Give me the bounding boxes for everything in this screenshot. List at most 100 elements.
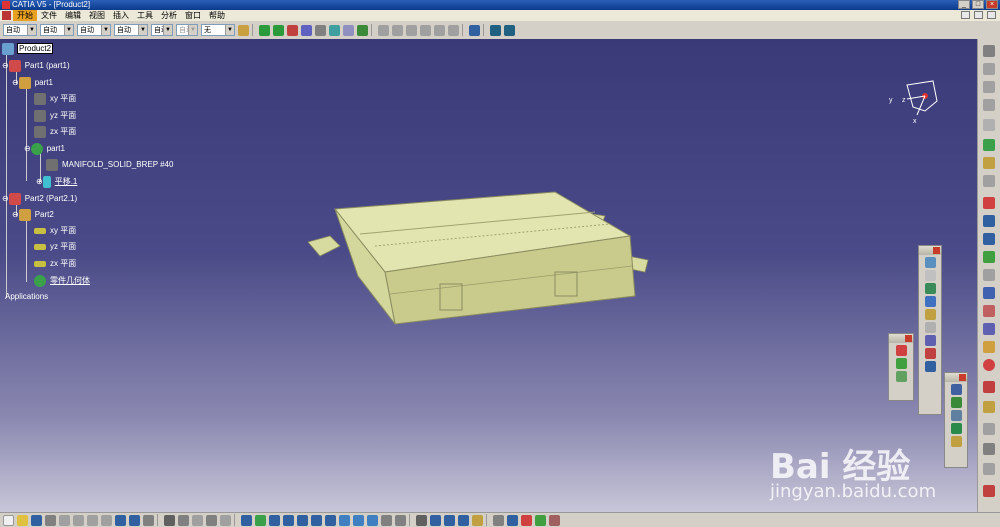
tree-node-part2-body[interactable]: 零件几何体 <box>34 275 91 287</box>
explode-icon[interactable] <box>301 24 312 36</box>
normal-view-icon[interactable] <box>325 514 336 526</box>
tree-node-part2-instance[interactable]: ⊖ Part2 (Part2.1) <box>2 193 78 205</box>
floating-toolbar-header[interactable] <box>889 334 913 343</box>
snap-icon[interactable] <box>287 24 298 36</box>
explode-move-icon[interactable] <box>950 423 962 434</box>
tree-node-plane1[interactable]: ⊕ 平移.1 <box>36 176 78 188</box>
part-design-icon[interactable] <box>983 99 995 111</box>
save-icon[interactable] <box>31 514 42 526</box>
tree-node-part1-yz-plane[interactable]: yz 平面 <box>34 110 77 122</box>
contact-constraint-icon[interactable] <box>343 24 354 36</box>
comment-icon[interactable] <box>178 514 189 526</box>
tree-node-manifold-brep[interactable]: MANIFOLD_SOLID_BREP #40 <box>46 159 174 171</box>
menu-view[interactable]: 视图 <box>85 10 109 21</box>
tree-node-applications[interactable]: Applications <box>4 292 49 302</box>
fix-together-icon[interactable] <box>895 358 907 369</box>
transform-icon[interactable] <box>983 175 995 187</box>
menu-start[interactable]: 开始 <box>13 10 37 21</box>
point-type-combo[interactable]: 自动 ▼ <box>151 24 173 36</box>
scenes-icon[interactable] <box>472 514 483 526</box>
pan-icon[interactable] <box>269 514 280 526</box>
help-icon[interactable] <box>143 514 154 526</box>
print-icon[interactable] <box>45 514 56 526</box>
tree-root-product2[interactable]: Product2 <box>2 43 54 55</box>
layer-combo[interactable]: 无 ▼ <box>201 24 235 36</box>
grid-icon[interactable] <box>549 514 560 526</box>
fix-icon[interactable] <box>895 345 907 356</box>
new-component-icon[interactable] <box>392 24 403 36</box>
floating-toolbar-header[interactable] <box>919 246 941 255</box>
measure-icon[interactable] <box>924 270 936 281</box>
quick-print-icon[interactable] <box>59 514 70 526</box>
zoom-out-icon[interactable] <box>311 514 322 526</box>
link-icon[interactable] <box>493 514 504 526</box>
catalog-browser-icon[interactable] <box>924 361 936 372</box>
measure-item-bottom-icon[interactable] <box>220 514 231 526</box>
clash-icon[interactable] <box>315 24 326 36</box>
menu-file[interactable]: 文件 <box>37 10 61 21</box>
iso-view-icon[interactable] <box>353 514 364 526</box>
existing-component-icon[interactable] <box>378 24 389 36</box>
tree-node-part1-instance[interactable]: ⊖ Part1 (part1) <box>2 60 71 72</box>
tree-node-part2[interactable]: ⊖ Part2 <box>12 209 55 221</box>
painter-icon[interactable] <box>238 24 249 36</box>
new-file-icon[interactable] <box>3 514 14 526</box>
rotate-icon[interactable] <box>283 514 294 526</box>
swap-icon[interactable] <box>983 463 995 475</box>
stop-icon[interactable] <box>983 359 995 371</box>
sketch-based-icon[interactable] <box>983 139 995 151</box>
shape-icon[interactable] <box>983 119 995 131</box>
measure-item-icon[interactable] <box>983 233 995 245</box>
zoom-in-icon[interactable] <box>297 514 308 526</box>
menu-tools[interactable]: 工具 <box>133 10 157 21</box>
catalog-bottom-icon[interactable] <box>416 514 427 526</box>
move-icon[interactable] <box>259 24 270 36</box>
generate-icon[interactable] <box>444 514 455 526</box>
close-icon[interactable] <box>959 374 966 381</box>
scene-icon[interactable] <box>924 348 936 359</box>
inertia-icon[interactable] <box>924 283 936 294</box>
quick-constraint-icon[interactable] <box>895 371 907 382</box>
section-icon[interactable] <box>924 296 936 307</box>
redo-icon[interactable] <box>129 514 140 526</box>
line-type-combo[interactable]: 自动 ▼ <box>114 24 148 36</box>
save-management-icon[interactable] <box>504 24 515 36</box>
manipulation-icon[interactable] <box>950 384 962 395</box>
open-icon[interactable] <box>17 514 28 526</box>
hide-show-icon[interactable] <box>983 443 995 455</box>
tree-node-part1[interactable]: ⊖ part1 <box>12 77 54 89</box>
floating-toolbar-header[interactable] <box>945 373 967 382</box>
analysis-icon[interactable] <box>983 287 995 299</box>
catalog-icon[interactable] <box>490 24 501 36</box>
annotation-icon[interactable] <box>924 335 936 346</box>
select-icon[interactable] <box>983 341 995 353</box>
new-product-icon[interactable] <box>406 24 417 36</box>
menu-window[interactable]: 窗口 <box>181 10 205 21</box>
fill-color-combo[interactable]: 自动 ▼ <box>3 24 37 36</box>
constraint-icon[interactable] <box>983 269 995 281</box>
tree-node-part2-xy-plane[interactable]: xy 平面 <box>34 226 77 236</box>
close-icon[interactable] <box>933 247 940 254</box>
cut-icon[interactable] <box>73 514 84 526</box>
swap-visible-icon[interactable] <box>395 514 406 526</box>
apply-icon[interactable] <box>535 514 546 526</box>
3d-model-housing[interactable] <box>300 184 660 344</box>
menu-help[interactable]: 帮助 <box>205 10 229 21</box>
coincidence-constraint-icon[interactable] <box>329 24 340 36</box>
bill-of-material-icon[interactable] <box>458 514 469 526</box>
product-structure-icon[interactable] <box>983 45 995 57</box>
assembly-icon[interactable] <box>983 63 995 75</box>
maximize-button[interactable]: □ <box>972 0 984 9</box>
reorder-icon[interactable] <box>448 24 459 36</box>
boolean-icon[interactable] <box>983 197 995 209</box>
knowledge-icon[interactable] <box>192 514 203 526</box>
scene-item-icon[interactable] <box>983 401 995 413</box>
document-icon[interactable] <box>2 11 11 20</box>
sketch-icon[interactable] <box>924 257 936 268</box>
measure-between-icon[interactable] <box>206 514 217 526</box>
floating-toolbar-constraints[interactable] <box>888 333 914 401</box>
tree-node-part1-zx-plane[interactable]: zx 平面 <box>34 126 77 138</box>
tree-node-part1-xy-plane[interactable]: xy 平面 <box>34 93 77 105</box>
apply-material-icon[interactable] <box>983 381 995 393</box>
replace-component-icon[interactable] <box>434 24 445 36</box>
